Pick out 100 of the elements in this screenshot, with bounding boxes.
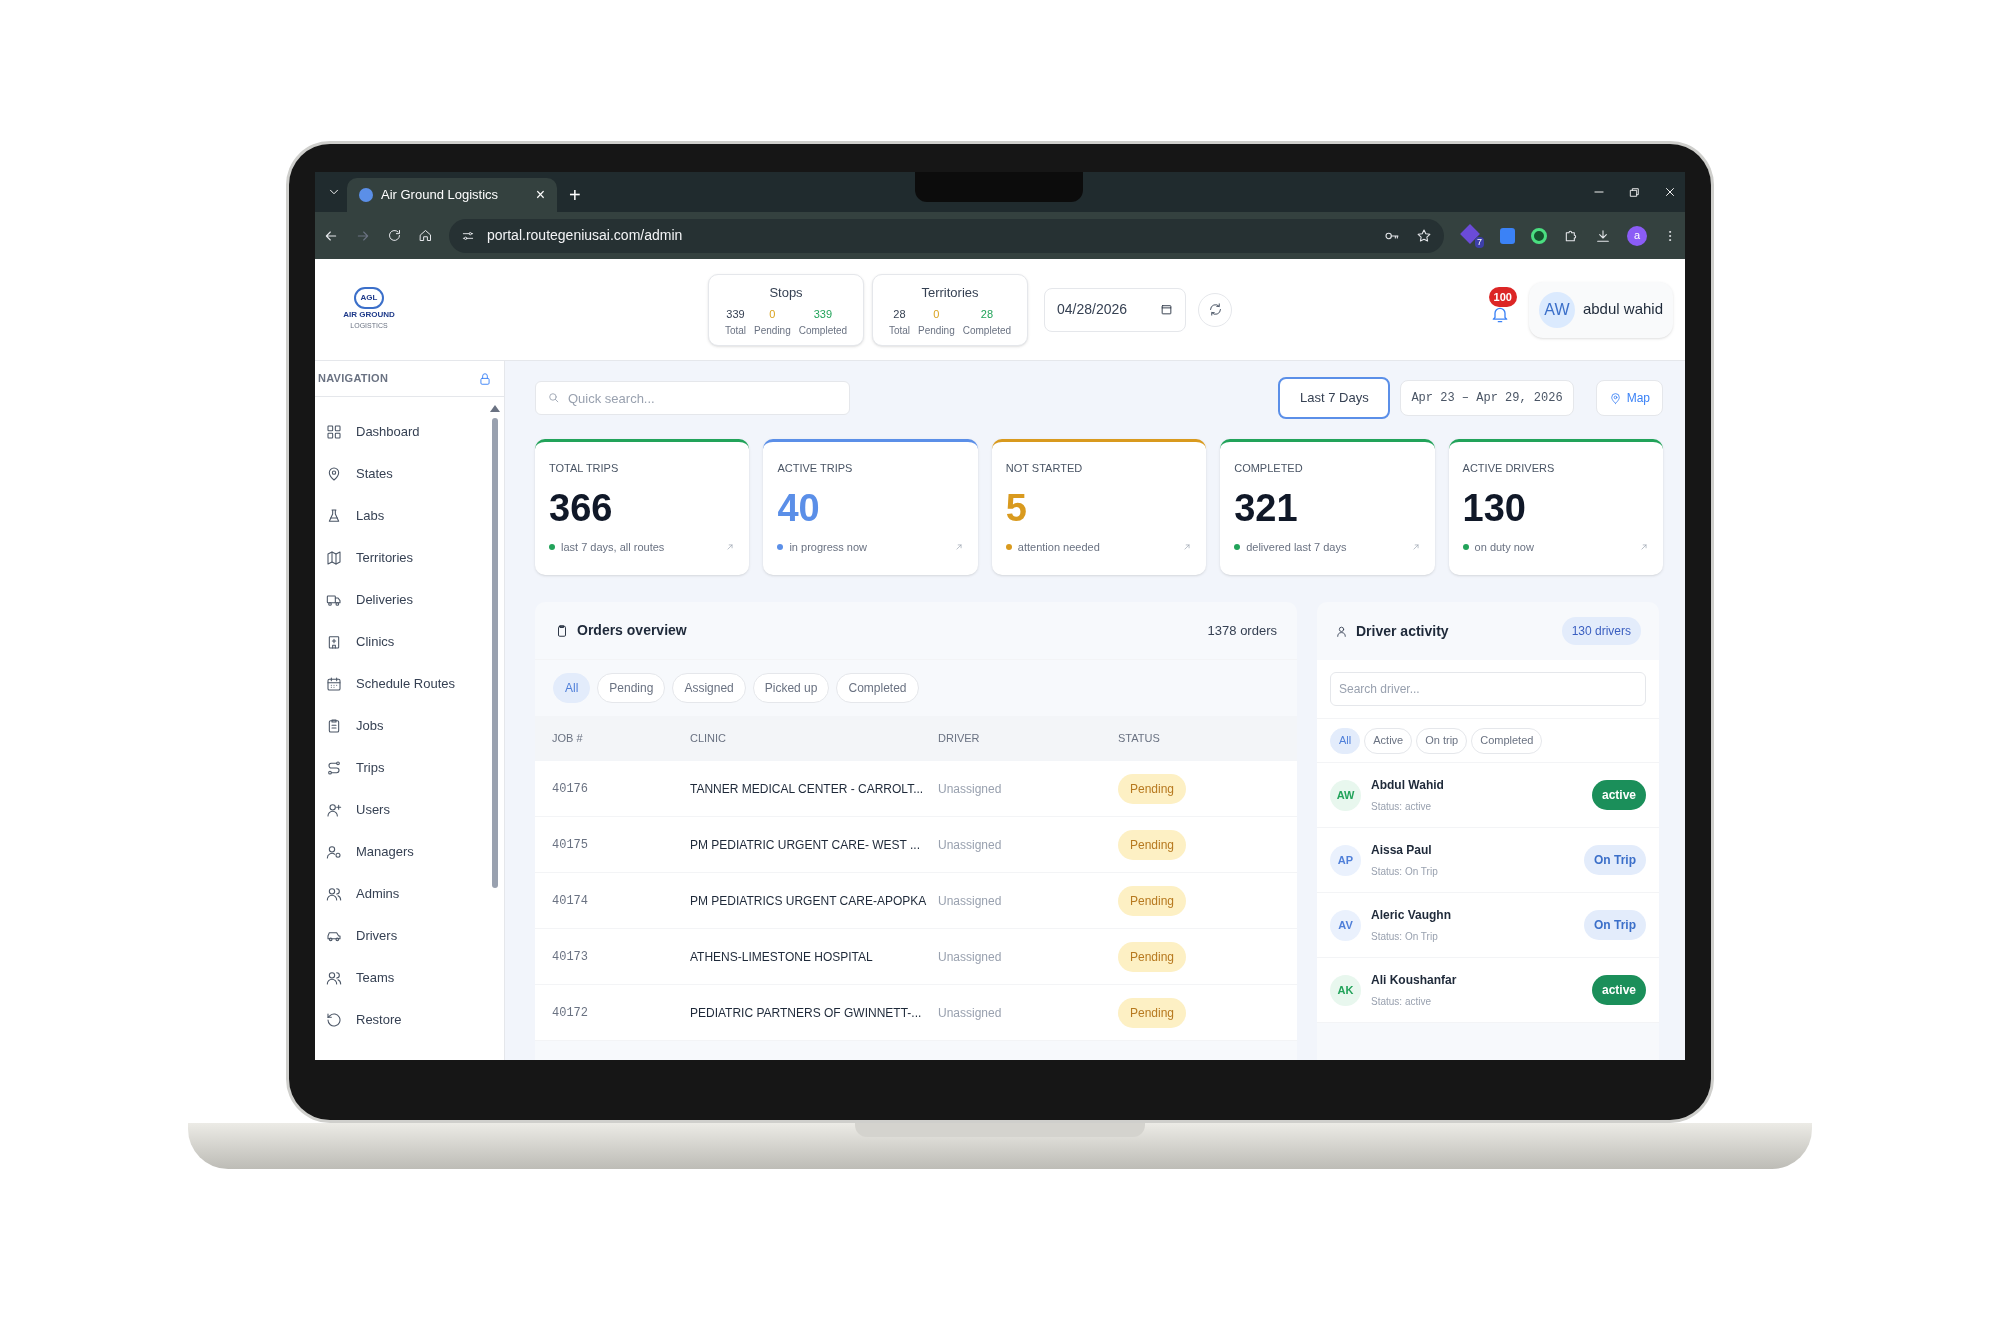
summary-label: Pending [754,323,791,338]
sidebar-item[interactable]: Clinics [325,626,490,658]
new-tab-button[interactable]: + [557,178,593,212]
driver-row[interactable]: AW Abdul Wahid Status: active active [1317,763,1659,828]
expand-arrow-icon [953,541,964,552]
sidebar-item[interactable]: Schedule Routes [325,668,490,700]
summary-value: 339 [813,307,833,322]
driver-name: Abdul Wahid [1371,777,1444,794]
column-header: CLINIC [690,731,728,747]
filter-chip[interactable]: Pending [597,673,666,703]
clinic-name: PM PEDIATRICS URGENT CARE-APOPKA [690,892,928,910]
job-number: 40172 [552,1004,589,1022]
filter-chip[interactable]: Assigned [672,673,746,703]
summary-value: 28 [893,307,906,322]
filter-chip[interactable]: Active [1364,727,1413,754]
sidebar-item[interactable]: Dashboard [325,416,490,448]
status-badge: Pending [1118,941,1187,972]
map-pin-icon [1608,391,1622,405]
url-text: portal.routegeniusai.com/admin [487,226,683,245]
stat-value: 130 [1462,488,1527,527]
driver-row[interactable]: AK Ali Koushanfar Status: active active [1317,958,1659,1023]
sidebar-item[interactable]: Jobs [325,710,490,742]
sidebar-item[interactable]: States [325,458,490,490]
job-number: 40176 [552,780,589,798]
browser-tab[interactable]: Air Ground Logistics × [347,178,557,212]
sidebar-item[interactable]: Territories [325,542,490,574]
clipboard-icon [326,718,342,734]
stat-note: delivered last 7 days [1246,539,1347,555]
users-icon [326,970,342,986]
summary-title: Territories [921,283,979,302]
filter-chip[interactable]: Completed [836,673,919,703]
panel-title: Driver activity [1356,621,1449,641]
expand-arrow-icon [1182,541,1193,552]
driver-name: Unassigned [938,780,1003,798]
stat-note: in progress now [789,539,868,555]
filter-chip[interactable]: Completed [1471,727,1543,754]
driver-name: Aissa Paul [1371,842,1433,859]
address-bar[interactable]: portal.routegeniusai.com/admin [449,218,1444,253]
sidebar-item[interactable]: Labs [325,500,490,532]
user-menu[interactable]: AW abdul wahid [1528,281,1673,338]
expand-arrow-icon [1410,541,1421,552]
close-tab-button[interactable]: × [535,183,545,207]
user-name: abdul wahid [1582,299,1663,320]
profile-avatar[interactable]: a [1627,225,1647,246]
driver-status-badge: On Trip [1584,845,1646,875]
home-icon [418,228,433,243]
sidebar-item[interactable]: Managers [325,836,490,868]
date-range-field[interactable]: Apr 23 – Apr 29, 2026 [1400,380,1574,416]
filter-chip[interactable]: Picked up [752,673,830,703]
sidebar-item[interactable]: Admins [325,878,490,910]
summary-value: 0 [933,307,940,322]
driver-row[interactable]: AP Aissa Paul Status: On Trip On Trip [1317,828,1659,893]
filter-chip[interactable]: On trip [1416,727,1468,754]
column-header: JOB # [552,731,584,747]
range-button[interactable]: Last 7 Days [1278,377,1391,419]
column-header: DRIVER [938,731,981,747]
clinic-name: ATHENS-LIMESTONE HOSPITAL [690,948,874,966]
status-badge: Pending [1118,773,1187,804]
stat-label: ACTIVE DRIVERS [1462,461,1556,476]
user-plus-icon [326,802,342,818]
driver-status-text: Status: active [1371,995,1433,1009]
sidebar-item[interactable]: Drivers [325,920,490,952]
stat-label: COMPLETED [1234,461,1304,476]
summary-value: 0 [769,307,776,322]
sidebar-item[interactable]: Trips [325,752,490,784]
users-icon [326,886,342,902]
summary-label: Total [724,323,747,338]
driver-status-badge: On Trip [1584,910,1646,940]
quick-search-field[interactable]: Quick search... [535,381,850,415]
status-badge: Pending [1118,829,1187,860]
extension-icon[interactable] [1531,227,1547,244]
sidebar-item[interactable]: Deliveries [325,584,490,616]
driver-status-text: Status: On Trip [1371,865,1438,879]
driver-avatar: AV [1330,909,1361,941]
status-badge: Pending [1118,885,1187,916]
driver-name: Aleric Vaughn [1371,907,1452,924]
flask-icon [326,508,342,524]
sidebar-item[interactable]: Teams [325,962,490,994]
truck-icon [326,592,342,608]
sidebar-item[interactable]: Users [325,794,490,826]
panel-title: Orders overview [577,621,687,640]
stat-value: 40 [777,488,821,527]
driver-name: Unassigned [938,836,1003,854]
grid-icon [326,424,342,440]
sidebar-item[interactable]: Restore [325,1004,490,1036]
reload-icon [387,228,402,243]
stat-note: last 7 days, all routes [561,539,665,555]
job-number: 40175 [552,836,589,854]
stat-value: 321 [1234,488,1299,527]
driver-search-field[interactable]: Search driver... [1330,672,1646,706]
map-button[interactable]: Map [1595,380,1663,416]
summary-label: Completed [962,323,1012,338]
extension-icon[interactable] [1500,227,1515,244]
job-number: 40174 [552,892,589,910]
calendar-icon [326,676,342,692]
driver-row[interactable]: AV Aleric Vaughn Status: On Trip On Trip [1317,893,1659,958]
refresh-icon [1207,302,1223,317]
route-icon [326,760,342,776]
orders-count: 1378 orders [1207,621,1277,640]
date-field[interactable]: 04/28/2026 [1044,287,1186,332]
